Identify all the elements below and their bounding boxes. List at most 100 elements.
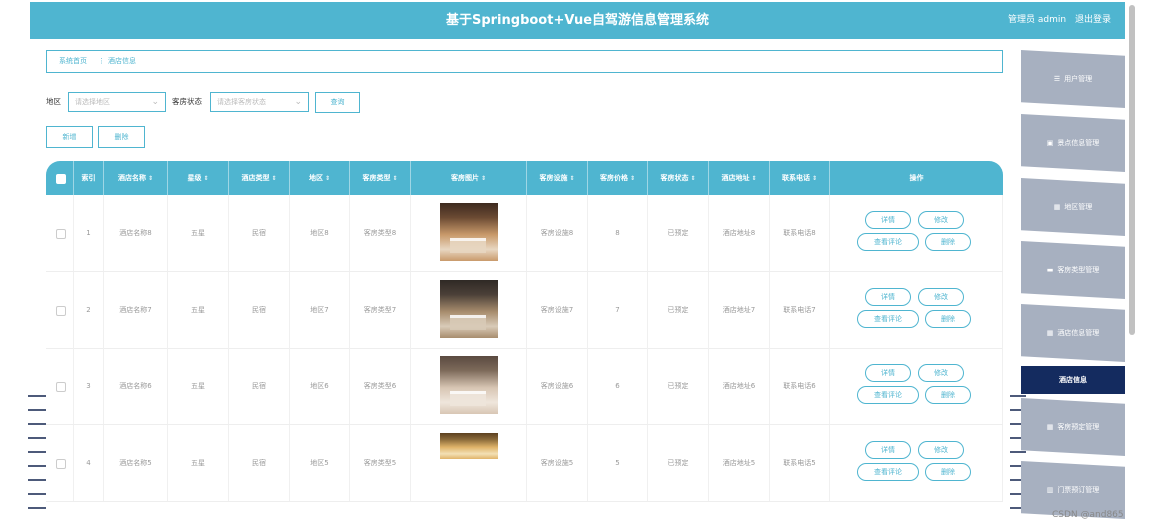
- batch-delete-button[interactable]: 删除: [98, 126, 145, 148]
- detail-button[interactable]: 详情: [865, 211, 911, 229]
- table-row: 1 酒店名称8 五星 民宿 地区8 客房类型8 客房设施8 8 已预定 酒店地址8 联系电话8 详情修…: [46, 195, 1003, 272]
- edit-button[interactable]: 修改: [918, 440, 964, 459]
- table-row: 2 酒店名称7 五星 民宿 地区7 客房类型7 客房设施7 7 已预定 酒店地址7 联系电话7 详情修…: [46, 271, 1003, 349]
- cell-index: 4: [74, 424, 104, 501]
- delete-button[interactable]: 删除: [925, 386, 971, 404]
- sidebar-item-text: 客房类型管理: [1057, 266, 1100, 274]
- cell-status: 已预定: [648, 195, 709, 271]
- row-select-cell: [46, 195, 74, 271]
- col-address[interactable]: 酒店地址 ⇕: [709, 161, 770, 195]
- sidebar-item-3[interactable]: ▦ 地区管理: [1021, 178, 1125, 236]
- edit-button[interactable]: 修改: [918, 211, 964, 229]
- col-actions-label: 操作: [909, 174, 924, 182]
- sort-icon: ⇕: [271, 175, 277, 182]
- cell-region: 地区7: [290, 271, 350, 348]
- menu-icon: ▦: [1053, 203, 1061, 211]
- sort-icon: ⇕: [392, 175, 398, 182]
- cell-address: 酒店地址6: [709, 348, 770, 424]
- room-photo: [440, 432, 498, 459]
- room-image-cell: [411, 348, 527, 424]
- sidebar-item-6[interactable]: ▦ 客房预定管理: [1021, 398, 1125, 456]
- page-scrollbar[interactable]: [1128, 0, 1136, 340]
- cell-name: 酒店名称6: [104, 348, 168, 424]
- room-photo-detail: [450, 391, 486, 406]
- detail-button[interactable]: 详情: [865, 287, 911, 306]
- detail-button[interactable]: 详情: [865, 440, 911, 459]
- cell-star: 五星: [168, 271, 229, 348]
- col-hotel-name[interactable]: 酒店名称 ⇕: [104, 161, 168, 195]
- col-region-label: 地区: [308, 174, 323, 182]
- sidebar-item-1[interactable]: ☰ 用户管理: [1021, 50, 1125, 108]
- logout-link[interactable]: 退出登录: [1075, 15, 1111, 25]
- col-price[interactable]: 客房价格 ⇕: [588, 161, 648, 195]
- row-checkbox[interactable]: [56, 305, 66, 316]
- table-header: 索引 酒店名称 ⇕ 星级 ⇕ 酒店类型 ⇕ 地区 ⇕ 客房类型 ⇕ 客房图片 ⇕ 客房设施 ⇕…: [46, 161, 1003, 195]
- col-hotel-type[interactable]: 酒店类型 ⇕: [229, 161, 290, 195]
- col-room-image-label: 客房图片: [450, 174, 479, 182]
- view-reviews-button[interactable]: 查看评论: [857, 386, 919, 404]
- col-status[interactable]: 客房状态 ⇕: [648, 161, 709, 195]
- edit-button[interactable]: 修改: [918, 287, 964, 306]
- sort-icon: ⇕: [324, 175, 331, 182]
- select-all-checkbox[interactable]: [56, 174, 66, 184]
- col-address-label: 酒店地址: [721, 174, 750, 182]
- col-phone[interactable]: 联系电话 ⇕: [770, 161, 830, 195]
- chevron-down-icon: ⌄: [294, 97, 302, 107]
- cell-phone: 联系电话6: [770, 348, 830, 424]
- table-row: 3 酒店名称6 五星 民宿 地区6 客房类型6 客房设施6 6 已预定 酒店地址6 联系电话6 详情修…: [46, 348, 1003, 425]
- view-reviews-button[interactable]: 查看评论: [857, 462, 919, 481]
- cell-address: 酒店地址5: [709, 424, 770, 501]
- cell-name: 酒店名称8: [104, 195, 168, 271]
- sidebar-item-4[interactable]: ▬ 客房类型管理: [1021, 241, 1125, 299]
- query-button[interactable]: 查询: [315, 92, 360, 113]
- col-facility-label: 客房设施: [539, 174, 568, 182]
- cell-type: 民宿: [229, 348, 290, 424]
- room-image-cell: [411, 424, 527, 501]
- sidebar-item-5[interactable]: ▦ 酒店信息管理: [1021, 304, 1125, 362]
- col-room-image[interactable]: 客房图片 ⇕: [411, 161, 527, 195]
- cell-facility: 客房设施8: [527, 195, 588, 271]
- breadcrumb-home[interactable]: 系统首页: [59, 51, 87, 72]
- sort-icon: ⇕: [569, 175, 575, 182]
- cell-name: 酒店名称5: [104, 424, 168, 501]
- delete-button[interactable]: 删除: [925, 462, 971, 481]
- watermark-text: CSDN @and865: [1052, 510, 1124, 520]
- room-status-filter-label: 客房状态: [172, 97, 202, 106]
- sort-icon: ⇕: [147, 175, 154, 182]
- view-reviews-button[interactable]: 查看评论: [857, 309, 919, 328]
- cell-room-type: 客房类型5: [350, 424, 411, 501]
- menu-icon: ▦: [1046, 423, 1054, 431]
- row-checkbox[interactable]: [56, 382, 66, 392]
- chevron-down-icon: ⌄: [151, 97, 159, 107]
- col-hotel-name-label: 酒店名称: [117, 174, 146, 182]
- cell-type: 民宿: [229, 195, 290, 271]
- cell-status: 已预定: [648, 424, 709, 501]
- col-star[interactable]: 星级 ⇕: [168, 161, 229, 195]
- sidebar-item-2[interactable]: ▣ 景点信息管理: [1021, 114, 1125, 172]
- row-select-cell: [46, 348, 74, 424]
- col-room-type[interactable]: 客房类型 ⇕: [350, 161, 411, 195]
- add-button[interactable]: 新增: [46, 126, 93, 148]
- sidebar-item-text: 客房预定管理: [1057, 423, 1100, 431]
- menu-icon: ☰: [1053, 75, 1061, 83]
- col-index-label: 索引: [81, 174, 96, 182]
- delete-button[interactable]: 删除: [925, 233, 971, 251]
- view-reviews-button[interactable]: 查看评论: [857, 233, 919, 251]
- region-select[interactable]: 请选择地区 ⌄: [68, 92, 166, 112]
- cell-index: 2: [74, 271, 104, 348]
- scrollbar-thumb[interactable]: [1129, 5, 1135, 335]
- delete-button[interactable]: 删除: [925, 309, 971, 328]
- row-checkbox[interactable]: [56, 458, 66, 469]
- sidebar-item-label: ☰ 用户管理: [1021, 50, 1125, 108]
- sort-icon: ⇕: [751, 175, 757, 182]
- admin-label: 管理员 admin: [1008, 15, 1067, 25]
- col-region[interactable]: 地区 ⇕: [290, 161, 350, 195]
- col-index[interactable]: 索引: [74, 161, 104, 195]
- edit-button[interactable]: 修改: [918, 364, 964, 382]
- row-checkbox[interactable]: [56, 229, 66, 239]
- col-facility[interactable]: 客房设施 ⇕: [527, 161, 588, 195]
- breadcrumb-current: 酒店信息: [108, 57, 136, 65]
- room-status-select[interactable]: 请选择客房状态 ⌄: [210, 92, 309, 112]
- detail-button[interactable]: 详情: [865, 364, 911, 382]
- sidebar-item-hotel-info-active[interactable]: 酒店信息: [1021, 366, 1125, 394]
